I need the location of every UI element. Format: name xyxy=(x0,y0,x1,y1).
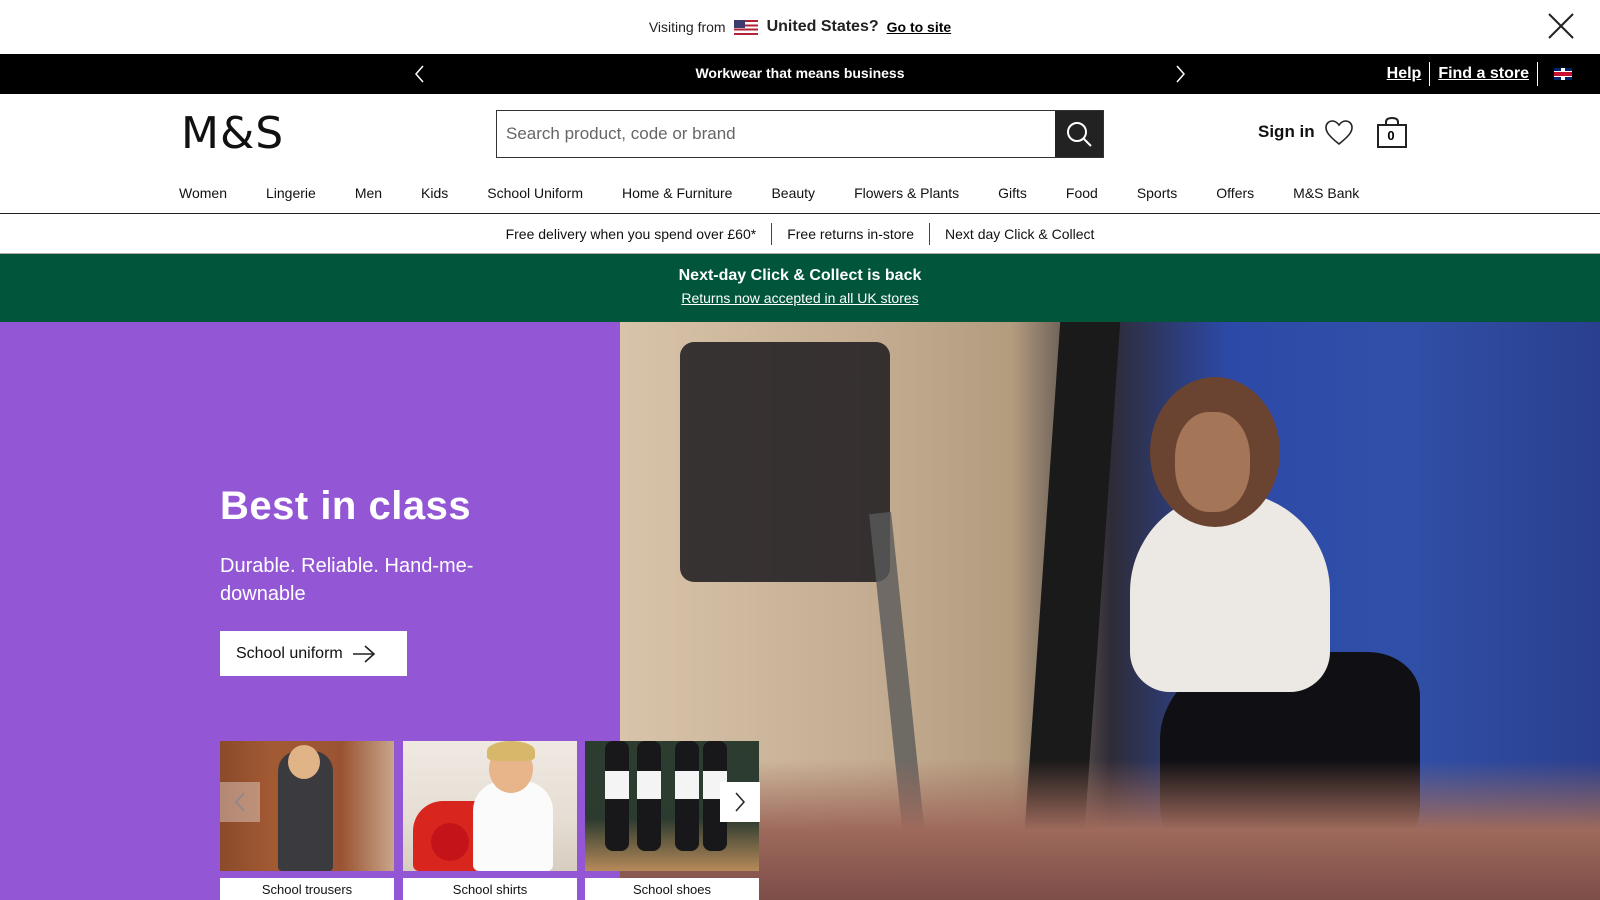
wishlist-heart-icon[interactable] xyxy=(1325,120,1353,146)
kid-shape xyxy=(473,781,553,871)
kid-head-shape xyxy=(288,745,320,779)
carousel-next-button[interactable] xyxy=(720,782,760,822)
close-icon[interactable] xyxy=(1546,11,1576,41)
person-face-shape xyxy=(1175,412,1250,512)
country-selector-bar: Visiting from United States? Go to site xyxy=(0,0,1600,54)
benefits-strip: Free delivery when you spend over £60* F… xyxy=(0,214,1600,254)
free-returns-link[interactable]: Free returns in-store xyxy=(772,226,929,242)
divider xyxy=(1537,62,1538,86)
nav-item-food[interactable]: Food xyxy=(1066,185,1098,201)
nav-item-sports[interactable]: Sports xyxy=(1137,185,1177,201)
carousel-prev-button[interactable] xyxy=(220,782,260,822)
bag-count: 0 xyxy=(1387,128,1395,143)
nav-item-men[interactable]: Men xyxy=(355,185,382,201)
nav-item-lingerie[interactable]: Lingerie xyxy=(266,185,316,201)
card-label: School shirts xyxy=(403,878,577,900)
nav-item-women[interactable]: Women xyxy=(179,185,227,201)
hero-image[interactable] xyxy=(620,322,1600,900)
find-a-store-link[interactable]: Find a store xyxy=(1438,65,1529,83)
chevron-right-icon xyxy=(735,792,746,812)
free-delivery-link[interactable]: Free delivery when you spend over £60* xyxy=(491,226,772,242)
school-uniform-button[interactable]: School uniform xyxy=(220,631,407,676)
site-header: M&S Sign in 0 xyxy=(0,94,1600,172)
cta-label: School uniform xyxy=(236,644,343,662)
chevron-left-icon xyxy=(234,792,245,812)
nav-item-ms-bank[interactable]: M&S Bank xyxy=(1293,185,1359,201)
card-label: School shoes xyxy=(585,878,759,900)
sock-shape xyxy=(605,771,629,799)
returns-info-link[interactable]: Returns now accepted in all UK stores xyxy=(681,290,918,306)
us-flag-icon xyxy=(733,19,758,35)
search-button[interactable] xyxy=(1055,111,1103,157)
ball-shape xyxy=(431,823,469,861)
search-input[interactable] xyxy=(497,111,1055,157)
promo-message[interactable]: Workwear that means business xyxy=(600,65,1000,81)
card-label: School trousers xyxy=(220,878,394,900)
nav-item-flowers-plants[interactable]: Flowers & Plants xyxy=(854,185,959,201)
kid-hair-shape xyxy=(487,741,535,761)
camera-shape xyxy=(680,342,890,582)
main-navigation: Women Lingerie Men Kids School Uniform H… xyxy=(0,172,1600,214)
floor-shape xyxy=(620,760,1600,900)
uk-flag-icon[interactable] xyxy=(1554,68,1572,80)
nav-item-beauty[interactable]: Beauty xyxy=(771,185,815,201)
search-bar xyxy=(496,110,1104,158)
click-collect-link[interactable]: Next day Click & Collect xyxy=(930,226,1109,242)
nav-item-offers[interactable]: Offers xyxy=(1216,185,1254,201)
sign-in-link[interactable]: Sign in xyxy=(1258,122,1315,142)
promo-next-icon[interactable] xyxy=(1170,64,1190,84)
hero-subtitle: Durable. Reliable. Hand-me-downable xyxy=(220,555,474,605)
ms-logo[interactable]: M&S xyxy=(181,108,284,159)
search-icon xyxy=(1067,122,1092,147)
divider xyxy=(1429,62,1431,86)
shirts-image xyxy=(403,741,577,871)
announcement-banner: Next-day Click & Collect is back Returns… xyxy=(0,254,1600,322)
category-card-shirts[interactable]: School shirts xyxy=(403,741,577,900)
banner-title: Next-day Click & Collect is back xyxy=(678,267,922,284)
hero-title: Best in class xyxy=(220,484,472,528)
country-name: United States? xyxy=(766,18,879,35)
visiting-from-label: Visiting from xyxy=(648,19,726,35)
sock-shape xyxy=(675,771,699,799)
nav-item-school-uniform[interactable]: School Uniform xyxy=(487,185,583,201)
promo-bar: Workwear that means business Help Find a… xyxy=(0,54,1600,94)
sock-shape xyxy=(637,771,661,799)
shopping-bag-button[interactable]: 0 xyxy=(1376,116,1408,149)
nav-item-kids[interactable]: Kids xyxy=(421,185,448,201)
category-carousel: School trousers School shirts School sho… xyxy=(220,741,760,900)
utility-links: Help Find a store xyxy=(1387,62,1572,86)
nav-item-home-furniture[interactable]: Home & Furniture xyxy=(622,185,732,201)
arrow-right-icon xyxy=(352,644,375,663)
help-link[interactable]: Help xyxy=(1387,65,1422,83)
hero-section: Best in class Durable. Reliable. Hand-me… xyxy=(0,322,1600,900)
nav-item-gifts[interactable]: Gifts xyxy=(998,185,1027,201)
promo-prev-icon[interactable] xyxy=(410,64,430,84)
go-to-site-link[interactable]: Go to site xyxy=(887,19,952,35)
